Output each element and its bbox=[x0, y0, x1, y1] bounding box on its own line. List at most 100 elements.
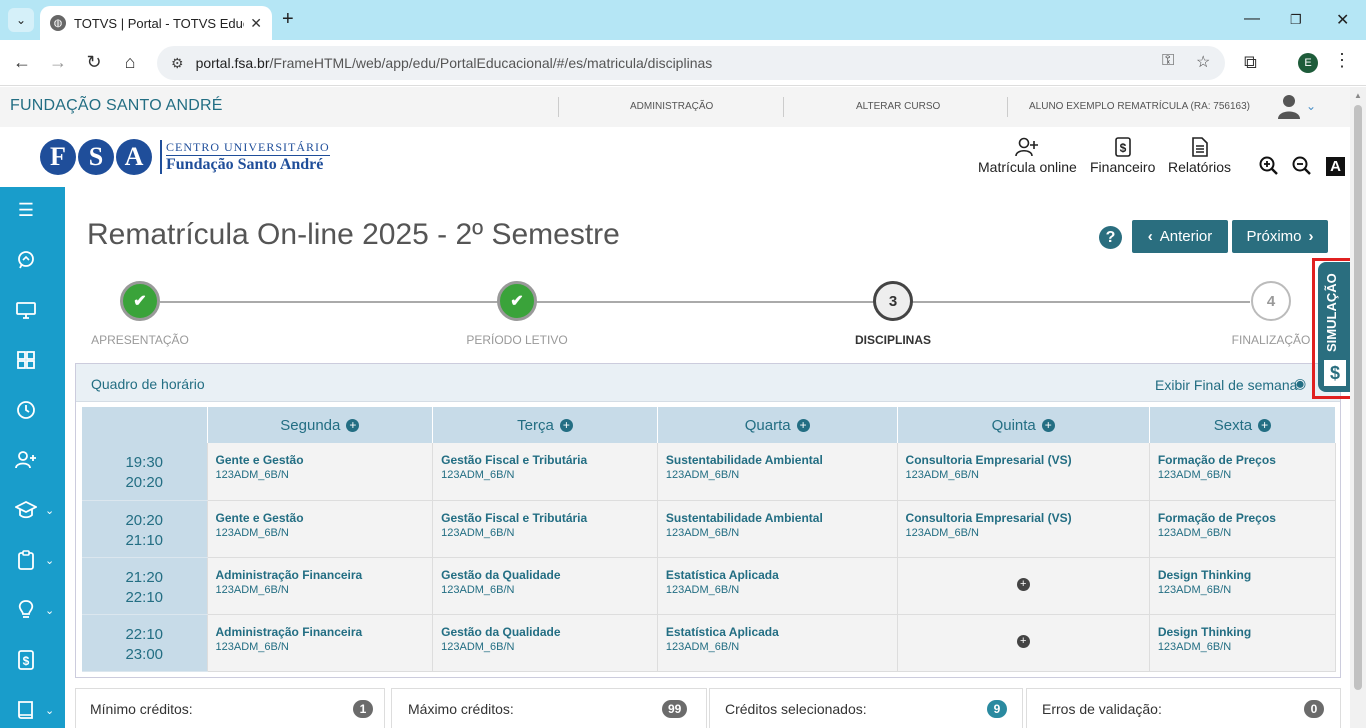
forward-icon[interactable]: → bbox=[48, 52, 68, 73]
table-row: 21:20 22:10 Administração Financeira 123ADM… bbox=[82, 557, 1337, 615]
admin-link[interactable]: ADMINISTRAÇÃO bbox=[630, 101, 713, 112]
schedule-cell[interactable]: Administração Financeira 123ADM_6B/N bbox=[207, 557, 434, 615]
previous-button[interactable]: ‹ Anterior bbox=[1132, 220, 1228, 253]
financeiro-link[interactable]: $ Financeiro bbox=[1090, 137, 1155, 175]
schedule-cell[interactable]: Gestão da Qualidade 123ADM_6B/N bbox=[432, 557, 658, 615]
subject-link[interactable]: Gestão Fiscal e Tributária bbox=[441, 453, 649, 467]
add-circle-icon[interactable]: + bbox=[1041, 418, 1055, 432]
new-tab-icon[interactable]: + bbox=[282, 8, 294, 31]
schedule-cell[interactable]: Gente e Gestão 123ADM_6B/N bbox=[207, 443, 434, 501]
sidebar-item-enrollment[interactable] bbox=[0, 442, 65, 482]
subject-link[interactable]: Sustentabilidade Ambiental bbox=[666, 511, 889, 525]
scroll-up-icon[interactable]: ▲ bbox=[1354, 91, 1362, 100]
fsa-logo[interactable]: F S A CENTRO UNIVERSITÁRIO Fundação Sant… bbox=[40, 139, 330, 175]
browser-menu-icon[interactable]: ⋮ bbox=[1333, 50, 1351, 71]
schedule-cell[interactable]: Administração Financeira 123ADM_6B/N bbox=[207, 614, 434, 672]
change-course-link[interactable]: ALTERAR CURSO bbox=[856, 101, 940, 112]
schedule-cell[interactable]: Gestão Fiscal e Tributária 123ADM_6B/N bbox=[432, 500, 658, 558]
schedule-cell[interactable]: Design Thinking 123ADM_6B/N bbox=[1149, 557, 1337, 615]
tab-search-chevron-icon[interactable]: ⌄ bbox=[8, 8, 34, 32]
subject-link[interactable]: Consultoria Empresarial (VS) bbox=[906, 511, 1141, 525]
subject-link[interactable]: Design Thinking bbox=[1158, 625, 1327, 639]
schedule-cell[interactable]: Gestão Fiscal e Tributária 123ADM_6B/N bbox=[432, 443, 658, 501]
password-key-icon[interactable]: ⚿ bbox=[1162, 52, 1174, 70]
restore-icon[interactable]: ❐ bbox=[1290, 12, 1302, 28]
schedule-cell[interactable]: + bbox=[897, 557, 1150, 615]
step-2-periodo-letivo[interactable]: ✔ bbox=[497, 281, 537, 321]
subject-link[interactable]: Design Thinking bbox=[1158, 568, 1327, 582]
site-info-icon[interactable]: ⚙ bbox=[171, 55, 184, 72]
subject-link[interactable]: Administração Financeira bbox=[216, 625, 425, 639]
sidebar-item-monitor[interactable] bbox=[0, 292, 65, 332]
schedule-cell[interactable]: + bbox=[897, 614, 1150, 672]
subject-link[interactable]: Gestão Fiscal e Tributária bbox=[441, 511, 649, 525]
add-circle-icon[interactable]: + bbox=[1016, 577, 1030, 591]
schedule-cell[interactable]: Sustentabilidade Ambiental 123ADM_6B/N bbox=[657, 500, 898, 558]
sidebar-item-dashboard[interactable] bbox=[0, 342, 65, 382]
step-3-disciplinas[interactable]: 3 bbox=[873, 281, 913, 321]
schedule-cell[interactable]: Design Thinking 123ADM_6B/N bbox=[1149, 614, 1337, 672]
add-circle-icon[interactable]: + bbox=[1258, 418, 1272, 432]
subject-link[interactable]: Estatística Aplicada bbox=[666, 568, 889, 582]
subject-link[interactable]: Formação de Preços bbox=[1158, 511, 1327, 525]
font-contrast-icon[interactable]: A bbox=[1326, 157, 1345, 176]
subject-link[interactable]: Gente e Gestão bbox=[216, 511, 425, 525]
back-icon[interactable]: ← bbox=[12, 52, 32, 73]
step-label: PERÍODO LETIVO bbox=[466, 333, 568, 347]
subject-link[interactable]: Estatística Aplicada bbox=[666, 625, 889, 639]
subject-link[interactable]: Gente e Gestão bbox=[216, 453, 425, 467]
help-icon[interactable]: ? bbox=[1099, 226, 1122, 249]
sidebar-item-clipboard[interactable]: ⌄ bbox=[0, 542, 65, 582]
chevron-down-icon[interactable]: ⌄ bbox=[1306, 99, 1316, 113]
step-1-apresentacao[interactable]: ✔ bbox=[120, 281, 160, 321]
browser-tab[interactable]: ◍ TOTVS | Portal - TOTVS Educacional ✕ bbox=[40, 6, 272, 40]
show-weekend-toggle[interactable]: Exibir Final de semana bbox=[1155, 377, 1297, 393]
close-tab-icon[interactable]: ✕ bbox=[250, 15, 262, 32]
reload-icon[interactable]: ↻ bbox=[84, 52, 104, 73]
sidebar-item-financial[interactable]: $ bbox=[0, 642, 65, 682]
add-circle-icon[interactable]: + bbox=[559, 418, 573, 432]
subject-link[interactable]: Sustentabilidade Ambiental bbox=[666, 453, 889, 467]
add-circle-icon[interactable]: + bbox=[1016, 634, 1030, 648]
user-avatar-icon[interactable] bbox=[1276, 93, 1302, 119]
minimize-icon[interactable]: — bbox=[1244, 10, 1260, 28]
subject-link[interactable]: Administração Financeira bbox=[216, 568, 425, 582]
sidebar-item-ideas[interactable]: ⌄ bbox=[0, 592, 65, 632]
eye-icon[interactable]: ◉ bbox=[1294, 375, 1306, 392]
subject-link[interactable]: Consultoria Empresarial (VS) bbox=[906, 453, 1141, 467]
schedule-cell[interactable]: Formação de Preços 123ADM_6B/N bbox=[1149, 500, 1337, 558]
subject-link[interactable]: Formação de Preços bbox=[1158, 453, 1327, 467]
step-4-finalizacao[interactable]: 4 bbox=[1251, 281, 1291, 321]
day-header-quinta: Quinta + bbox=[897, 407, 1150, 443]
home-icon[interactable]: ⌂ bbox=[120, 52, 140, 73]
schedule-cell[interactable]: Consultoria Empresarial (VS) 123ADM_6B/N bbox=[897, 500, 1150, 558]
schedule-cell[interactable]: Gestão da Qualidade 123ADM_6B/N bbox=[432, 614, 658, 672]
address-bar[interactable]: ⚙ portal.fsa.br/FrameHTML/web/app/edu/Po… bbox=[157, 46, 1225, 80]
subject-link[interactable]: Gestão da Qualidade bbox=[441, 568, 649, 582]
schedule-cell[interactable]: Estatística Aplicada 123ADM_6B/N bbox=[657, 614, 898, 672]
extensions-icon[interactable]: ⧉ bbox=[1244, 52, 1257, 73]
sidebar-item-library[interactable]: ⌄ bbox=[0, 692, 65, 728]
zoom-in-icon[interactable] bbox=[1259, 156, 1279, 181]
sidebar-item-chat[interactable] bbox=[0, 242, 65, 282]
window-close-icon[interactable]: ✕ bbox=[1336, 10, 1349, 30]
next-button[interactable]: Próximo › bbox=[1232, 220, 1328, 253]
scrollbar-thumb[interactable] bbox=[1354, 105, 1362, 690]
schedule-cell[interactable]: Estatística Aplicada 123ADM_6B/N bbox=[657, 557, 898, 615]
sidebar-menu-toggle[interactable]: ☰ bbox=[0, 192, 65, 232]
add-circle-icon[interactable]: + bbox=[796, 418, 810, 432]
add-circle-icon[interactable]: + bbox=[346, 418, 360, 432]
sidebar-item-clock[interactable] bbox=[0, 392, 65, 432]
bookmark-star-icon[interactable]: ☆ bbox=[1196, 52, 1210, 72]
profile-avatar[interactable]: E bbox=[1298, 53, 1318, 73]
subject-link[interactable]: Gestão da Qualidade bbox=[441, 625, 649, 639]
matricula-online-link[interactable]: Matrícula online bbox=[978, 137, 1077, 175]
page-scrollbar[interactable]: ▲ bbox=[1350, 87, 1366, 728]
zoom-out-icon[interactable] bbox=[1292, 156, 1312, 181]
schedule-cell[interactable]: Consultoria Empresarial (VS) 123ADM_6B/N bbox=[897, 443, 1150, 501]
schedule-cell[interactable]: Sustentabilidade Ambiental 123ADM_6B/N bbox=[657, 443, 898, 501]
schedule-cell[interactable]: Formação de Preços 123ADM_6B/N bbox=[1149, 443, 1337, 501]
sidebar-item-academic[interactable]: ⌄ bbox=[0, 492, 65, 532]
relatorios-link[interactable]: Relatórios bbox=[1168, 137, 1231, 175]
schedule-cell[interactable]: Gente e Gestão 123ADM_6B/N bbox=[207, 500, 434, 558]
